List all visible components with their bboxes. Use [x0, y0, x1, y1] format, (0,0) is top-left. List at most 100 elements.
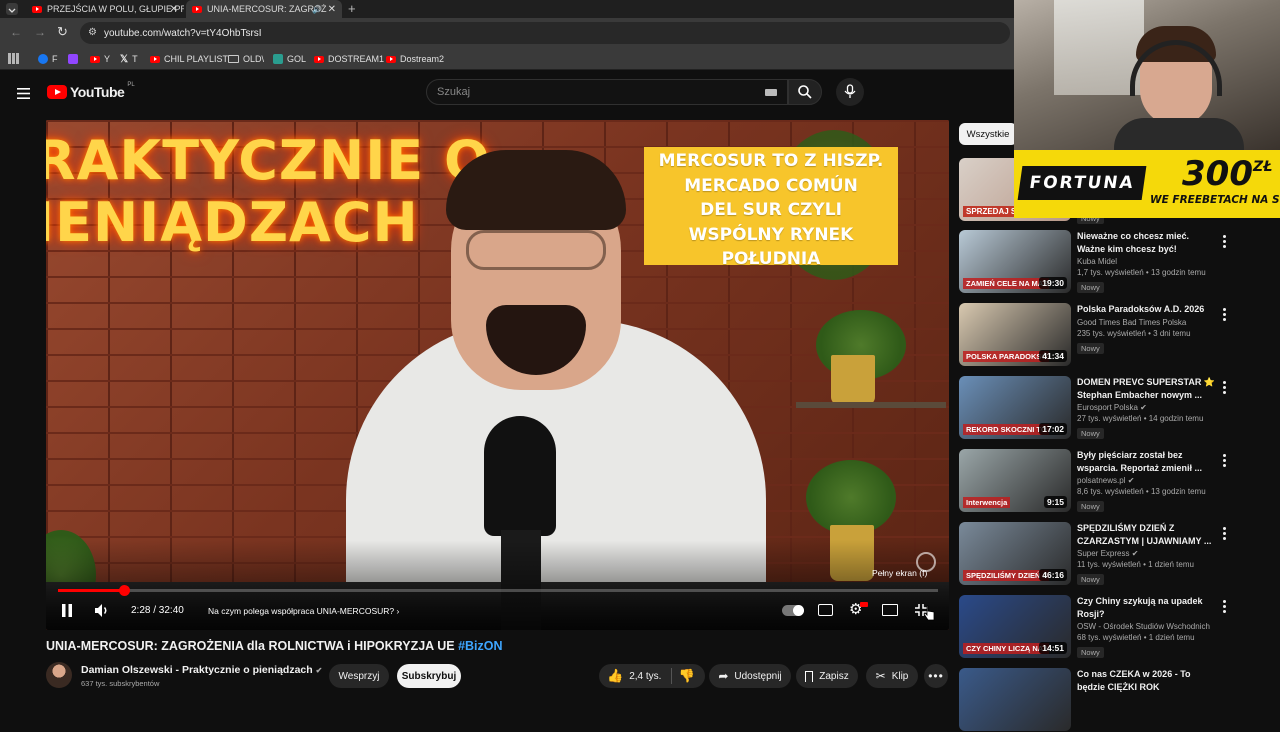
forward-icon[interactable]: →: [34, 25, 46, 39]
video-thumbnail[interactable]: POLSKA PARADOKSÓW 41:34: [959, 303, 1071, 366]
chip-all[interactable]: Wszystkie: [959, 123, 1017, 145]
video-player[interactable]: RAKTYCZNIE O IENIĄDZACH MERCOSUR TO Z HI…: [46, 120, 949, 630]
channel-watermark-icon[interactable]: [916, 552, 936, 572]
sponsor-banner[interactable]: FORTUNA 300ZŁ WE FREEBETACH NA START: [1014, 150, 1280, 218]
theater-mode-icon[interactable]: [882, 604, 898, 616]
video-thumbnail[interactable]: SPĘDZILIŚMY DZIEŃ Z MARSZAŁKIEM CZARZ46:…: [959, 522, 1071, 585]
voice-search-button[interactable]: [836, 78, 864, 106]
volume-icon: [95, 604, 107, 617]
site-info-icon[interactable]: ⚙: [88, 27, 97, 38]
progress-played: [58, 589, 125, 592]
speaker-icon: 🔊: [312, 4, 322, 14]
bookmark-dostream1[interactable]: DOSTREAM1: [314, 52, 384, 66]
streamer-webcam: [1014, 0, 1280, 150]
back-icon[interactable]: ←: [10, 25, 22, 39]
time-display: 2:28 / 32:40: [131, 605, 184, 616]
channel-name[interactable]: polsatnews.pl ✔: [1077, 476, 1217, 485]
subscriber-count: 637 tys. subskrybentów: [81, 679, 160, 688]
channel-avatar[interactable]: [46, 662, 72, 688]
recommended-video[interactable]: Co nas CZEKA w 2026 - To będzie CIĘŻKI R…: [959, 668, 1239, 732]
channel-name[interactable]: Super Express ✔: [1077, 549, 1217, 558]
apps-grid-icon[interactable]: [8, 53, 19, 64]
like-button[interactable]: 👍 2,4 tys.: [607, 668, 661, 684]
bookmark-dostream2[interactable]: Dostream2: [386, 52, 444, 66]
more-options-icon[interactable]: [1221, 453, 1227, 467]
bookmark-t[interactable]: 𝕏 T: [120, 52, 138, 66]
clip-button[interactable]: ✂ Klip: [866, 664, 918, 688]
browser-tab-active[interactable]: UNIA-MERCOSUR: ZAGROŻ 🔊 ✕: [186, 0, 342, 18]
tab-search-icon[interactable]: [6, 3, 18, 15]
search-input[interactable]: Szukaj: [426, 79, 788, 105]
bonus-amount: 300ZŁ: [1182, 154, 1273, 194]
twitch-icon: [68, 54, 78, 64]
new-badge: Nowy: [1077, 574, 1104, 585]
youtube-icon: [386, 55, 396, 63]
channel-name[interactable]: Damian Olszewski - Praktycznie o pieniąd…: [81, 664, 322, 676]
channel-name[interactable]: OSW - Ośrodek Studiów Wschodnich: [1077, 622, 1217, 631]
video-title[interactable]: Były pięściarz został bez wsparcia. Repo…: [1077, 449, 1217, 474]
reload-icon[interactable]: ↻: [57, 24, 68, 40]
menu-icon[interactable]: [17, 86, 30, 99]
tab-close-icon[interactable]: ✕: [170, 4, 178, 15]
channel-name[interactable]: Good Times Bad Times Polska: [1077, 318, 1217, 327]
more-options-icon[interactable]: [1221, 234, 1227, 248]
recommended-video[interactable]: REKORD SKOCZNI TO ZA MAŁO17:02DOMEN PREV…: [959, 376, 1239, 440]
hd-badge-icon: [860, 602, 868, 607]
subtitles-icon[interactable]: [818, 604, 833, 616]
hashtag-link[interactable]: #BizON: [458, 639, 502, 653]
tab-close-icon[interactable]: ✕: [328, 4, 336, 15]
video-thumbnail[interactable]: CZY CHINY LICZĄ NA UPADEK ROSJI?14:51: [959, 595, 1071, 658]
youtube-logo[interactable]: YouTube PL: [47, 82, 135, 100]
channel-name[interactable]: Eurosport Polska ✔: [1077, 403, 1217, 412]
recommended-video[interactable]: SPĘDZILIŚMY DZIEŃ Z MARSZAŁKIEM CZARZ46:…: [959, 522, 1239, 586]
channel-name[interactable]: Kuba Midel: [1077, 257, 1217, 266]
bookmark-old[interactable]: OLD\: [228, 52, 264, 66]
video-thumbnail[interactable]: [959, 668, 1071, 731]
video-title[interactable]: DOMEN PREVC SUPERSTAR ⭐ Stephan Embacher…: [1077, 376, 1217, 401]
autoplay-toggle[interactable]: [782, 605, 804, 616]
more-actions-button[interactable]: •••: [924, 664, 948, 688]
video-thumbnail[interactable]: REKORD SKOCZNI TO ZA MAŁO17:02: [959, 376, 1071, 439]
bookmark-chil-playlist[interactable]: CHIL PLAYLIST: [150, 52, 228, 66]
bookmark-f[interactable]: F: [38, 52, 58, 66]
video-title[interactable]: Co nas CZEKA w 2026 - To będzie CIĘŻKI R…: [1077, 668, 1217, 693]
more-options-icon[interactable]: [1221, 380, 1227, 394]
more-horizontal-icon: •••: [928, 669, 944, 683]
chapter-title[interactable]: Na czym polega współpraca UNIA-MERCOSUR?…: [208, 606, 399, 616]
search-button[interactable]: [788, 79, 822, 105]
video-title[interactable]: Nieważne co chcesz mieć. Ważne kim chces…: [1077, 230, 1217, 255]
address-bar[interactable]: ⚙ youtube.com/watch?v=tY4OhbTsrsI: [80, 22, 1010, 44]
dislike-button[interactable]: 👎: [678, 668, 694, 684]
bookmark-y[interactable]: Y: [90, 52, 110, 66]
recommended-video[interactable]: Interwencja 9:15 Były pięściarz został bez…: [959, 449, 1239, 513]
verified-icon: ✔: [1127, 476, 1135, 485]
pause-button[interactable]: [61, 604, 73, 617]
video-thumbnail[interactable]: ZAMIEŃ CELE NA MARZENIA19:30: [959, 230, 1071, 293]
new-tab-icon[interactable]: +: [348, 1, 356, 16]
chevron-right-icon: ›: [396, 606, 400, 616]
more-options-icon[interactable]: [1221, 307, 1227, 321]
facebook-icon: [38, 54, 48, 64]
video-title[interactable]: Czy Chiny szykują na upadek Rosji?: [1077, 595, 1217, 620]
more-options-icon[interactable]: [1221, 526, 1227, 540]
video-progress-bar[interactable]: [58, 585, 938, 596]
video-title[interactable]: Polska Paradoksów A.D. 2026: [1077, 303, 1217, 316]
keyboard-icon[interactable]: [765, 89, 777, 96]
video-thumbnail[interactable]: Interwencja 9:15: [959, 449, 1071, 512]
bookmark-twitch[interactable]: [68, 52, 78, 66]
thumbnail-text: SPĘDZILIŚMY DZIEŃ Z MARSZAŁKIEM CZARZ: [963, 570, 1049, 581]
browser-tab[interactable]: PRZEJŚCIA W POLU, GŁUPIE PR ✕: [26, 0, 184, 18]
recommended-video[interactable]: CZY CHINY LICZĄ NA UPADEK ROSJI?14:51Czy…: [959, 595, 1239, 659]
bookmark-gol[interactable]: GOL: [273, 52, 306, 66]
video-duration: 14:51: [1039, 642, 1067, 654]
subscribe-button[interactable]: Subskrybuj: [397, 664, 461, 688]
volume-button[interactable]: [94, 603, 110, 618]
more-options-icon[interactable]: [1221, 599, 1227, 613]
save-button[interactable]: Zapisz: [796, 664, 858, 688]
recommended-video[interactable]: POLSKA PARADOKSÓW 41:34 Polska Paradoksów …: [959, 303, 1239, 367]
support-button[interactable]: Wesprzyj: [329, 664, 389, 688]
youtube-icon: [90, 55, 100, 63]
share-button[interactable]: ➦ Udostępnij: [709, 664, 791, 688]
video-title[interactable]: SPĘDZILIŚMY DZIEŃ Z CZARZASTYM | UJAWNIA…: [1077, 522, 1217, 547]
recommended-video[interactable]: ZAMIEŃ CELE NA MARZENIA19:30Nieważne co …: [959, 230, 1239, 294]
